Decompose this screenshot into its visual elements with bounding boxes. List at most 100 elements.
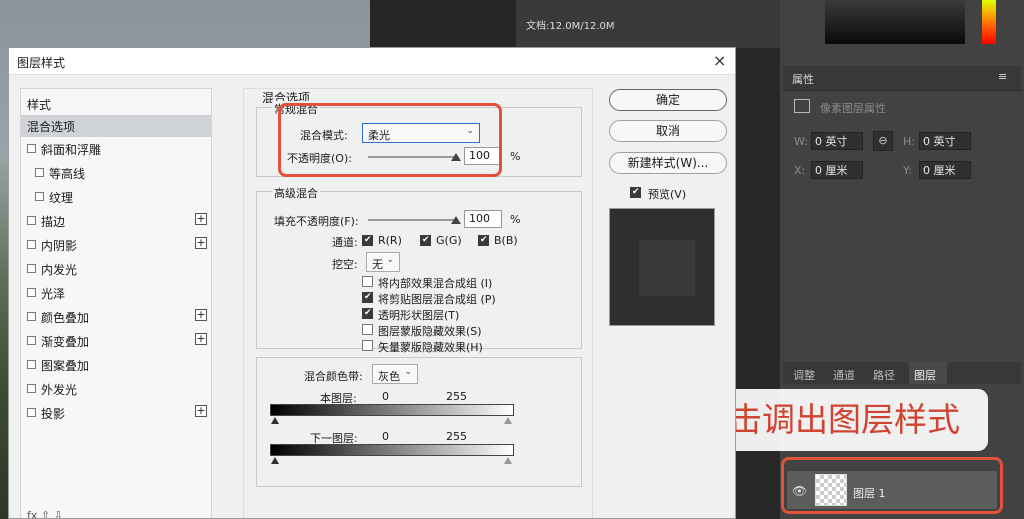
cancel-button[interactable]: 取消: [609, 120, 727, 142]
w-label: W:: [794, 135, 808, 148]
knockout-select[interactable]: 无 ⌄: [366, 252, 400, 272]
properties-panel-header: [783, 66, 1021, 91]
channels-label: 通道:: [332, 236, 358, 249]
vector-mask-hides-label: 矢量蒙版隐藏效果(H): [378, 341, 483, 354]
fill-opacity-label: 填充不透明度(F):: [274, 215, 359, 228]
preview-checkbox[interactable]: [630, 187, 641, 198]
underlying-black-handle[interactable]: [271, 457, 279, 464]
checkbox[interactable]: [27, 288, 36, 297]
blend-interior-label: 将内部效果混合成组 (I): [378, 277, 493, 290]
this-layer-max: 255: [446, 390, 467, 403]
layer-mask-hides-label: 图层蒙版隐藏效果(S): [378, 325, 482, 338]
fill-opacity-input[interactable]: 100: [464, 210, 502, 228]
fill-opacity-handle[interactable]: [451, 216, 461, 224]
x-label: X:: [794, 164, 806, 177]
pixel-layer-icon: [794, 99, 810, 113]
checkbox[interactable]: [27, 144, 36, 153]
blend-interior-checkbox[interactable]: [362, 276, 373, 287]
checkbox[interactable]: [35, 168, 44, 177]
styles-sidebar: 样式 混合选项 斜面和浮雕 等高线 纹理 描边 + 内阴影 + 内发光 光泽 颜…: [20, 88, 212, 518]
tab-adjustments[interactable]: 调整: [793, 367, 815, 383]
sidebar-item-color-overlay[interactable]: 颜色叠加 +: [21, 306, 211, 328]
ok-button[interactable]: 确定: [609, 89, 727, 111]
sidebar-item-bevel-emboss[interactable]: 斜面和浮雕: [21, 138, 211, 160]
height-input[interactable]: 0 英寸: [919, 132, 971, 150]
dialog-titlebar: [9, 48, 735, 75]
checkbox[interactable]: [35, 192, 44, 201]
fill-opacity-track[interactable]: [368, 219, 458, 221]
add-icon[interactable]: +: [195, 333, 207, 345]
preview-label: 预览(V): [648, 188, 687, 201]
sidebar-item-gradient-overlay[interactable]: 渐变叠加 +: [21, 330, 211, 352]
sidebar-item-drop-shadow[interactable]: 投影 +: [21, 402, 211, 424]
vector-mask-hides-checkbox[interactable]: [362, 340, 373, 351]
blend-clipped-checkbox[interactable]: [362, 292, 373, 303]
channel-b-label: B(B): [494, 234, 518, 247]
sidebar-item-inner-shadow[interactable]: 内阴影 +: [21, 234, 211, 256]
this-layer-min: 0: [382, 390, 389, 403]
pixel-layer-props-label: 像素图层属性: [820, 102, 886, 115]
sidebar-item-satin[interactable]: 光泽: [21, 282, 211, 304]
blend-if-select[interactable]: 灰色 ⌄: [372, 364, 418, 384]
channel-g-checkbox[interactable]: [420, 235, 431, 246]
checkbox[interactable]: [27, 312, 36, 321]
this-layer-black-handle[interactable]: [271, 417, 279, 424]
sidebar-item-inner-glow[interactable]: 内发光: [21, 258, 211, 280]
channel-r-label: R(R): [378, 234, 402, 247]
blend-mode-highlight-box: [278, 103, 502, 177]
tab-layers[interactable]: 图层: [914, 367, 936, 383]
fx-footer[interactable]: fx ⇧ ⇩: [27, 509, 63, 518]
knockout-label: 挖空:: [332, 258, 358, 271]
add-icon[interactable]: +: [195, 237, 207, 249]
fill-opacity-percent: %: [510, 213, 521, 226]
x-input[interactable]: 0 厘米: [811, 161, 863, 179]
tab-channels[interactable]: 通道: [833, 367, 855, 383]
underlying-gradient: [270, 444, 514, 456]
link-icon[interactable]: ⊖: [873, 131, 893, 151]
layers-panel-tabs: [783, 362, 1021, 384]
checkbox[interactable]: [27, 336, 36, 345]
checkbox[interactable]: [27, 360, 36, 369]
checkbox[interactable]: [27, 264, 36, 273]
panel-menu-icon[interactable]: ≡: [998, 70, 1007, 83]
checkbox[interactable]: [27, 240, 36, 249]
sidebar-header: 样式: [27, 98, 52, 112]
transparency-shapes-checkbox[interactable]: [362, 308, 373, 319]
add-icon[interactable]: +: [195, 213, 207, 225]
layer-mask-hides-checkbox[interactable]: [362, 324, 373, 335]
y-input[interactable]: 0 厘米: [919, 161, 971, 179]
advanced-blending-title: 高级混合: [272, 185, 320, 201]
color-picker-field[interactable]: [825, 0, 965, 44]
chevron-down-icon: ⌄: [404, 367, 412, 377]
layer-highlight-box: [781, 457, 1003, 514]
add-icon[interactable]: +: [195, 309, 207, 321]
blend-if-label: 混合颜色带:: [304, 370, 363, 383]
canvas-dark-area: [370, 0, 516, 48]
this-layer-white-handle[interactable]: [504, 417, 512, 424]
sidebar-item-texture[interactable]: 纹理: [21, 186, 211, 208]
checkbox[interactable]: [27, 384, 36, 393]
tab-paths[interactable]: 路径: [873, 367, 895, 383]
checkbox[interactable]: [27, 216, 36, 225]
underlying-max: 255: [446, 430, 467, 443]
add-icon[interactable]: +: [195, 405, 207, 417]
sidebar-item-blending-options[interactable]: 混合选项: [21, 115, 211, 137]
this-layer-gradient: [270, 404, 514, 416]
channel-g-label: G(G): [436, 234, 462, 247]
channel-b-checkbox[interactable]: [478, 235, 489, 246]
properties-title[interactable]: 属性: [792, 71, 814, 87]
sidebar-item-pattern-overlay[interactable]: 图案叠加: [21, 354, 211, 376]
dialog-title: 图层样式: [17, 56, 66, 70]
hue-slider[interactable]: [982, 0, 996, 44]
h-label: H:: [903, 135, 915, 148]
width-input[interactable]: 0 英寸: [811, 132, 863, 150]
sidebar-item-contour[interactable]: 等高线: [21, 162, 211, 184]
checkbox[interactable]: [27, 408, 36, 417]
underlying-white-handle[interactable]: [504, 457, 512, 464]
close-icon[interactable]: ×: [713, 51, 726, 70]
channel-r-checkbox[interactable]: [362, 235, 373, 246]
sidebar-item-outer-glow[interactable]: 外发光: [21, 378, 211, 400]
sidebar-item-stroke[interactable]: 描边 +: [21, 210, 211, 232]
new-style-button[interactable]: 新建样式(W)...: [609, 152, 727, 174]
blend-clipped-label: 将剪贴图层混合成组 (P): [378, 293, 496, 306]
